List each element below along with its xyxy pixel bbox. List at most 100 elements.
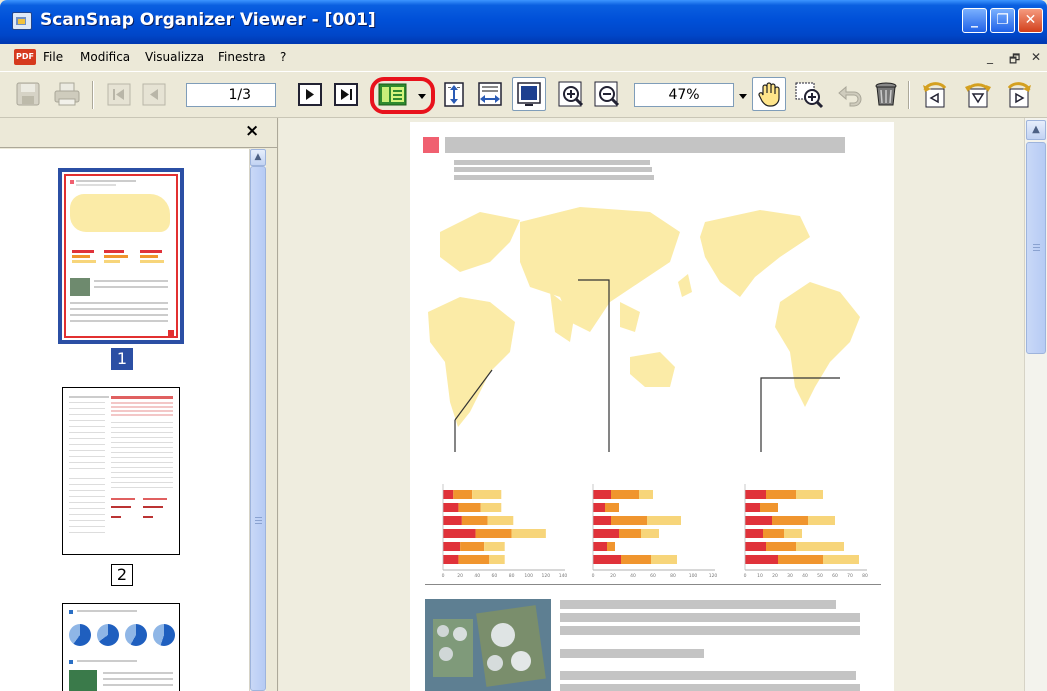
chart-bar bbox=[593, 503, 605, 512]
scroll-up-arrow-icon[interactable]: ▲ bbox=[250, 149, 266, 166]
chart-bar bbox=[593, 555, 621, 564]
chart-tick-label: 0 bbox=[442, 573, 445, 578]
zoom-in-icon[interactable] bbox=[557, 80, 585, 108]
scrollbar-thumb[interactable] bbox=[1026, 142, 1046, 354]
chart-bar bbox=[760, 503, 778, 512]
minimize-button[interactable]: _ bbox=[962, 8, 987, 33]
chart-bar bbox=[453, 490, 473, 499]
chart-bar bbox=[484, 542, 505, 551]
document-page: 0 20 40 60 80 100 120 140 0 20 40 60 80 100 120 0 10 20 30… bbox=[410, 122, 894, 691]
chart-bar bbox=[611, 490, 639, 499]
print-icon[interactable] bbox=[52, 80, 80, 108]
doc-minimize-button[interactable]: _ bbox=[987, 50, 993, 64]
next-page-icon[interactable] bbox=[296, 80, 324, 108]
bar-charts: 0 20 40 60 80 100 120 140 0 20 40 60 80 100 120 0 10 20 30… bbox=[442, 484, 868, 578]
chart-bar bbox=[808, 516, 835, 525]
chart-tick-label: 40 bbox=[630, 573, 636, 578]
last-page-icon[interactable] bbox=[332, 80, 360, 108]
menu-modifica[interactable]: Modifica bbox=[80, 50, 130, 64]
doc-restore-button[interactable]: 🗗 bbox=[1009, 50, 1020, 71]
menu-finestra[interactable]: Finestra bbox=[218, 50, 266, 64]
scroll-up-arrow-icon[interactable]: ▲ bbox=[1026, 120, 1046, 140]
doc-close-button[interactable]: ✕ bbox=[1031, 50, 1041, 64]
page-thumbnail-3[interactable] bbox=[62, 603, 180, 691]
page-number-field[interactable]: 1/3 bbox=[186, 83, 276, 107]
text-line bbox=[560, 626, 860, 635]
thumbnail-list[interactable]: 1 2 bbox=[0, 149, 249, 691]
chart-bar bbox=[475, 529, 512, 538]
chart-tick-label: 60 bbox=[650, 573, 656, 578]
rotate-180-icon[interactable] bbox=[963, 80, 991, 108]
chart-bar bbox=[611, 516, 647, 525]
zoom-field[interactable]: 47% bbox=[634, 83, 734, 107]
world-map bbox=[428, 207, 860, 452]
text-line bbox=[454, 167, 652, 172]
chart-bar bbox=[593, 529, 619, 538]
first-page-icon[interactable] bbox=[105, 80, 133, 108]
industrial-photo bbox=[425, 599, 551, 691]
chart-tick-label: 10 bbox=[757, 573, 763, 578]
maximize-button[interactable]: ❐ bbox=[990, 8, 1015, 33]
chart-bar bbox=[772, 516, 808, 525]
zoom-out-icon[interactable] bbox=[593, 80, 621, 108]
toolbar-separator bbox=[908, 81, 909, 109]
chart-bar bbox=[766, 490, 796, 499]
marquee-zoom-icon[interactable] bbox=[794, 80, 824, 109]
text-line bbox=[454, 175, 654, 180]
document-viewer[interactable]: 0 20 40 60 80 100 120 140 0 20 40 60 80 100 120 0 10 20 30… bbox=[279, 118, 1024, 691]
chart-bar bbox=[651, 555, 677, 564]
chart-tick-label: 80 bbox=[862, 573, 868, 578]
text-line bbox=[454, 160, 650, 165]
page-number-1[interactable]: 1 bbox=[111, 348, 133, 370]
thumbnail-pane: × 1 2 ▲ bbox=[0, 118, 278, 691]
chart-bar bbox=[458, 555, 490, 564]
viewer-scrollbar[interactable]: ▲ bbox=[1024, 118, 1047, 691]
chart-bar bbox=[745, 555, 778, 564]
page-thumbnail-1[interactable] bbox=[58, 168, 184, 344]
chart-bar bbox=[607, 542, 615, 551]
chart-tick-label: 0 bbox=[744, 573, 747, 578]
chart-bar bbox=[443, 490, 454, 499]
previous-page-icon[interactable] bbox=[140, 80, 168, 108]
rotate-right-icon[interactable] bbox=[1004, 80, 1032, 108]
scrollbar-thumb[interactable] bbox=[250, 166, 266, 691]
pdf-icon[interactable]: PDF bbox=[14, 49, 36, 65]
chart-bar bbox=[489, 555, 505, 564]
chart-bar bbox=[443, 503, 459, 512]
chart-bar bbox=[460, 542, 485, 551]
zoom-dropdown-icon[interactable] bbox=[739, 94, 747, 99]
save-icon[interactable] bbox=[14, 80, 42, 108]
chart-tick-label: 30 bbox=[787, 573, 793, 578]
close-thumbnail-pane-button[interactable]: × bbox=[245, 121, 259, 141]
undo-icon[interactable] bbox=[836, 80, 864, 108]
chart-bar bbox=[639, 490, 653, 499]
trash-icon[interactable] bbox=[872, 80, 900, 108]
page-thumbnail-2[interactable] bbox=[62, 387, 180, 555]
chart-bar bbox=[480, 503, 502, 512]
chart-tick-label: 140 bbox=[559, 573, 568, 578]
app-window: ScanSnap Organizer Viewer - [001] _ ❐ ✕ … bbox=[0, 0, 1047, 691]
chart-bar bbox=[472, 490, 502, 499]
chart-bar bbox=[511, 529, 546, 538]
text-line bbox=[560, 600, 836, 609]
menu-visualizza[interactable]: Visualizza bbox=[145, 50, 204, 64]
chart-tick-label: 60 bbox=[832, 573, 838, 578]
chart-bar bbox=[763, 529, 784, 538]
fit-width-icon[interactable] bbox=[476, 80, 504, 108]
hand-tool-button[interactable] bbox=[752, 77, 786, 111]
section-marker bbox=[423, 137, 439, 153]
page-number-2[interactable]: 2 bbox=[111, 564, 133, 586]
section-divider bbox=[425, 584, 881, 585]
full-page-button[interactable] bbox=[512, 77, 546, 111]
fit-height-icon[interactable] bbox=[440, 80, 468, 108]
menu-file[interactable]: File bbox=[43, 50, 63, 64]
title-bar[interactable]: ScanSnap Organizer Viewer - [001] _ ❐ ✕ bbox=[0, 0, 1047, 44]
chart-bar bbox=[593, 516, 611, 525]
chart-bar bbox=[647, 516, 681, 525]
menu-help[interactable]: ? bbox=[280, 50, 286, 64]
highlight-circle bbox=[370, 77, 435, 114]
close-button[interactable]: ✕ bbox=[1018, 8, 1043, 33]
chart-bar bbox=[745, 542, 766, 551]
rotate-left-icon[interactable] bbox=[920, 80, 948, 108]
thumbnail-scrollbar[interactable]: ▲ bbox=[249, 149, 266, 691]
